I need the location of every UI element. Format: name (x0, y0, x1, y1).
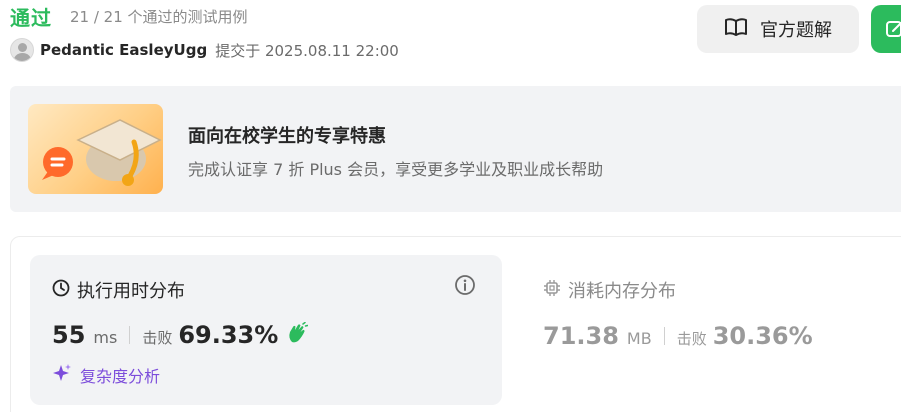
runtime-unit: ms (93, 328, 118, 347)
memory-metric: 71.38 MB 击败 30.36% (543, 322, 813, 350)
user-name[interactable]: Pedantic EasleyUgg (40, 41, 207, 59)
promo-description: 完成认证享 7 折 Plus 会员，享受更多学业及职业成长帮助 (188, 160, 604, 179)
official-solution-button[interactable]: 官方题解 (697, 5, 859, 53)
clock-icon (52, 279, 70, 302)
memory-header[interactable]: 消耗内存分布 (543, 277, 676, 303)
memory-unit: MB (626, 329, 652, 348)
runtime-metric: 55 ms 击败 69.33% (52, 321, 309, 349)
complexity-analysis-link[interactable]: 复杂度分析 (52, 363, 160, 387)
promo-title: 面向在校学生的专享特惠 (188, 126, 386, 147)
test-summary: 21 / 21 个通过的测试用例 (70, 8, 248, 26)
runtime-beats-label: 击败 (142, 329, 173, 347)
runtime-title: 执行用时分布 (77, 281, 185, 302)
status-label: 通过 (10, 6, 52, 30)
runtime-panel[interactable]: 执行用时分布 55 ms 击败 69.33% 复杂度分析 (30, 255, 502, 405)
memory-title: 消耗内存分布 (568, 281, 676, 302)
complexity-analysis-label: 复杂度分析 (80, 367, 161, 386)
memory-value: 71.38 (543, 322, 619, 350)
graduation-cap-illustration (28, 104, 163, 194)
runtime-beats-percent: 69.33% (178, 321, 279, 349)
student-promo-banner[interactable]: 面向在校学生的专享特惠 完成认证享 7 折 Plus 会员，享受更多学业及职业成… (10, 86, 901, 212)
clap-icon (286, 321, 309, 348)
divider (129, 326, 131, 344)
book-open-icon (724, 17, 748, 42)
runtime-value: 55 (52, 321, 86, 349)
runtime-header: 执行用时分布 (52, 277, 185, 303)
chip-icon (543, 279, 561, 302)
memory-beats-percent: 30.36% (712, 322, 813, 350)
info-icon[interactable] (454, 274, 476, 300)
submission-result-page: 通过 21 / 21 个通过的测试用例 Pedantic EasleyUgg 提… (0, 0, 901, 412)
edit-icon (885, 19, 901, 43)
sparkle-icon (52, 363, 72, 387)
official-solution-label: 官方题解 (760, 20, 832, 41)
divider (663, 327, 665, 345)
submitter-info: Pedantic EasleyUgg 提交于 2025.08.11 22:00 (10, 38, 399, 62)
submitted-time: 提交于 2025.08.11 22:00 (215, 41, 399, 60)
edit-solution-button[interactable] (871, 5, 901, 53)
avatar[interactable] (10, 38, 34, 62)
memory-beats-label: 击败 (676, 330, 707, 348)
